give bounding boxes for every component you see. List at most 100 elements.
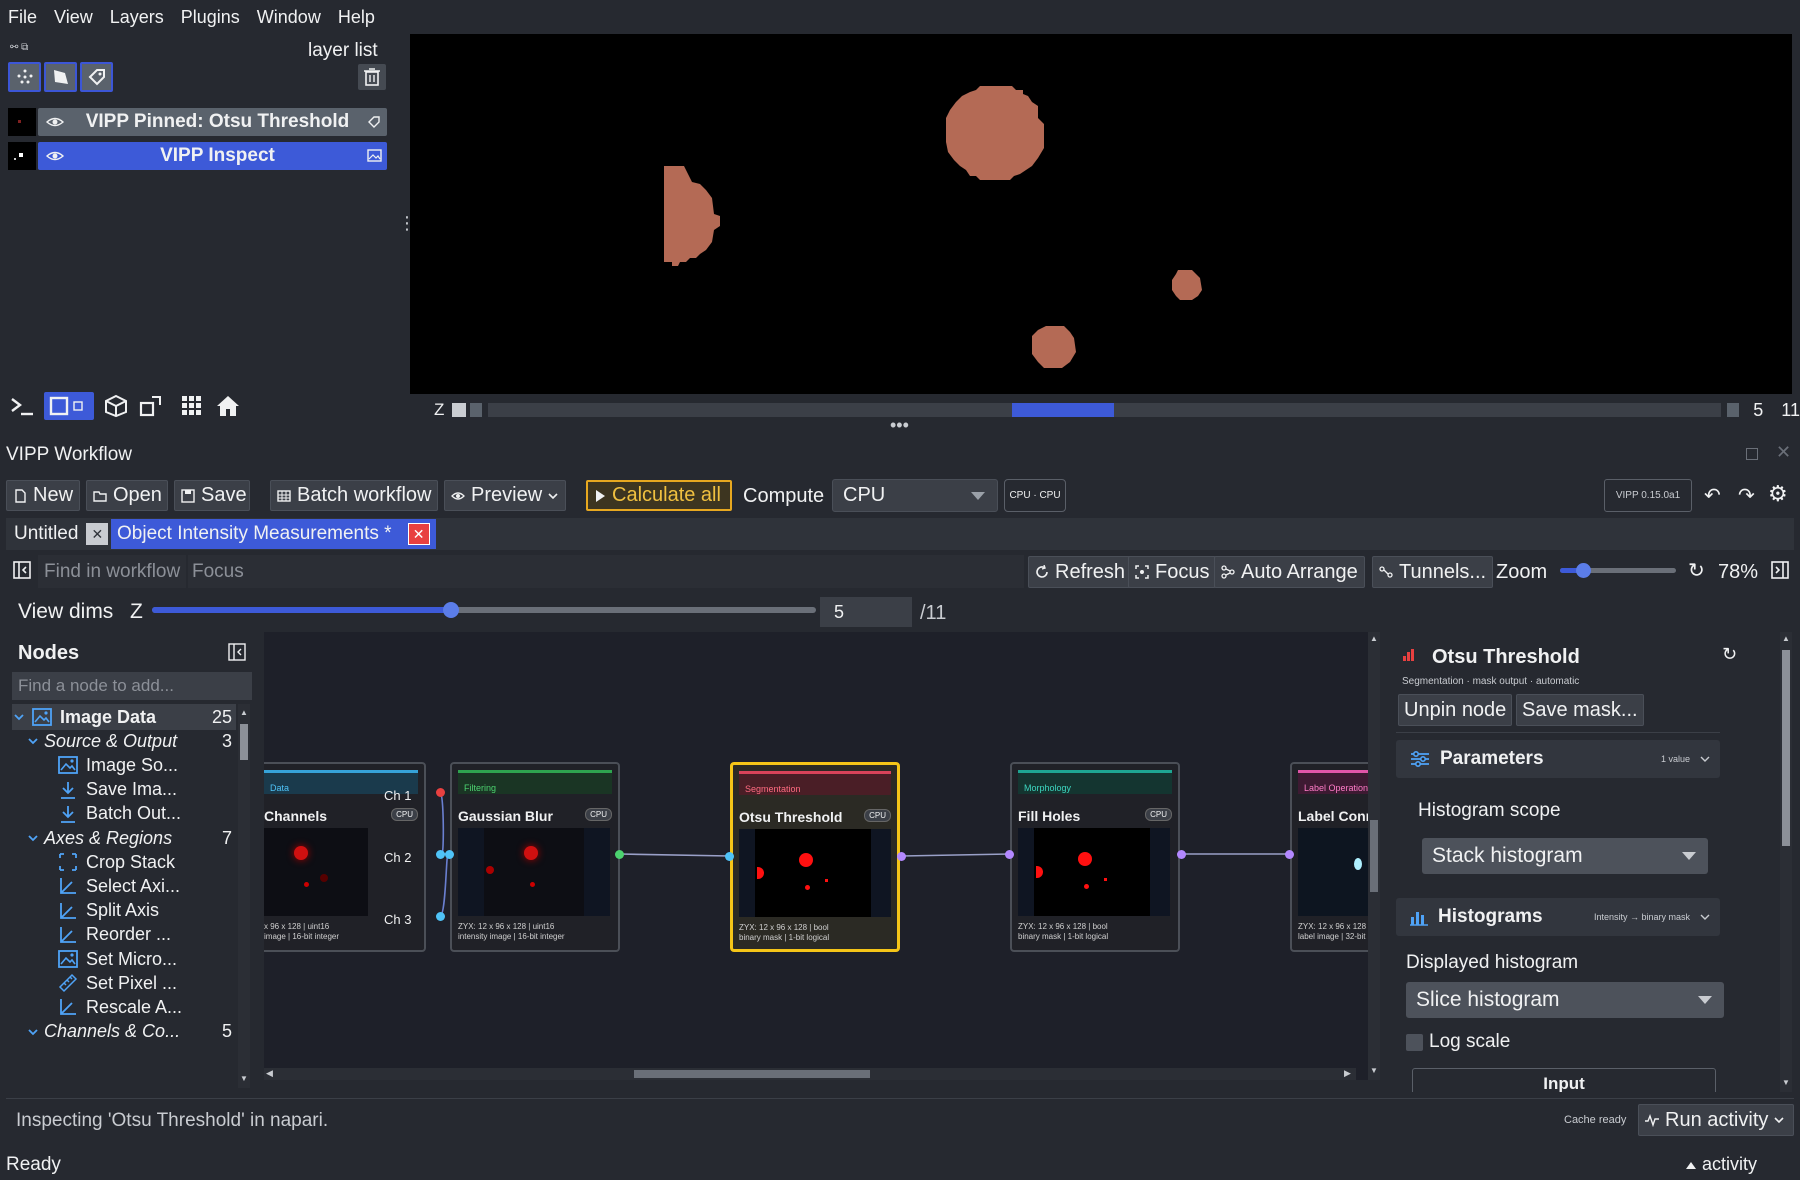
node-tree-category[interactable]: Axes & Regions 7 bbox=[12, 825, 236, 851]
tunnels-button[interactable]: Tunnels... bbox=[1372, 556, 1494, 588]
node-tree-category[interactable]: Source & Output 3 bbox=[12, 728, 236, 754]
node-tree-item[interactable]: Save Ima... bbox=[12, 777, 236, 803]
menu-window[interactable]: Window bbox=[257, 7, 321, 28]
tab-object-intensity[interactable]: Object Intensity Measurements * ✕ bbox=[111, 519, 436, 549]
collapse-sidebar-button[interactable] bbox=[10, 558, 34, 582]
output-port[interactable] bbox=[436, 788, 445, 797]
chevron-down-icon[interactable] bbox=[28, 1028, 40, 1036]
step-forward-button[interactable] bbox=[1727, 403, 1740, 417]
refresh-button[interactable]: Refresh bbox=[1028, 556, 1133, 588]
output-port[interactable] bbox=[436, 912, 445, 921]
output-port[interactable] bbox=[1177, 850, 1186, 859]
unpin-node-button[interactable]: Unpin node bbox=[1398, 694, 1513, 726]
parameters-section-header[interactable]: Parameters 1 value bbox=[1396, 740, 1720, 778]
run-activity-button[interactable]: Run activity bbox=[1638, 1104, 1794, 1136]
play-button[interactable] bbox=[452, 403, 467, 417]
graph-node-channels[interactable]: Data Channels CPU x 96 x 128 | uint16 ima… bbox=[264, 762, 426, 952]
chevron-down-icon[interactable] bbox=[14, 713, 26, 721]
ndisplay-button[interactable] bbox=[44, 392, 94, 420]
refresh-icon[interactable]: ↻ bbox=[1722, 644, 1737, 665]
focus-button[interactable]: Focus bbox=[1128, 556, 1217, 588]
dock-splitter-handle[interactable]: ••• bbox=[890, 416, 909, 434]
save-mask-button[interactable]: Save mask... bbox=[1516, 694, 1644, 726]
redo-icon[interactable]: ↷ bbox=[1738, 483, 1755, 508]
output-port[interactable] bbox=[897, 852, 906, 861]
node-tree-item[interactable]: Select Axi... bbox=[12, 873, 236, 899]
step-back-button[interactable] bbox=[470, 403, 482, 417]
chevron-down-icon[interactable] bbox=[28, 834, 40, 842]
grid-button[interactable] bbox=[178, 392, 206, 420]
histogram-scope-select[interactable]: Stack histogram bbox=[1422, 838, 1708, 874]
node-tree-item[interactable]: Batch Out... bbox=[12, 801, 236, 827]
compute-select[interactable]: CPU bbox=[832, 479, 998, 512]
workflow-search-input[interactable]: Find in workflow bbox=[38, 555, 186, 588]
checkbox-box[interactable] bbox=[1406, 1033, 1423, 1051]
graph-node-otsu-threshold[interactable]: Segmentation Otsu Threshold CPU ZYX: 12 … bbox=[730, 762, 900, 952]
menu-view[interactable]: View bbox=[54, 7, 93, 28]
input-port[interactable] bbox=[1005, 850, 1014, 859]
panel-splitter-handle[interactable]: ⋮ bbox=[398, 214, 416, 240]
menu-help[interactable]: Help bbox=[338, 7, 375, 28]
zoom-reset-icon[interactable]: ↻ bbox=[1688, 558, 1705, 583]
graph-h-scrollbar[interactable]: ◀ ▶ bbox=[264, 1068, 1356, 1080]
inspector-scrollbar[interactable]: ▲ ▼ bbox=[1780, 632, 1792, 1092]
new-shapes-layer-button[interactable] bbox=[44, 62, 77, 92]
layer-lock-icon[interactable]: ⚯ ⧉ bbox=[10, 42, 28, 53]
close-tab-icon[interactable]: ✕ bbox=[86, 523, 109, 545]
auto-arrange-button[interactable]: Auto Arrange bbox=[1214, 556, 1365, 588]
graph-node-fill-holes[interactable]: Morphology Fill Holes CPU ZYX: 12 x 96 x… bbox=[1010, 762, 1180, 952]
input-port[interactable] bbox=[445, 850, 454, 859]
layer-row-inspect[interactable]: VIPP Inspect bbox=[8, 142, 387, 170]
new-button[interactable]: New bbox=[6, 480, 80, 511]
gear-icon[interactable]: ⚙ bbox=[1768, 481, 1788, 507]
input-port[interactable] bbox=[1285, 850, 1294, 859]
toggle-inspector-button[interactable] bbox=[1768, 558, 1792, 582]
view-dims-spinbox[interactable]: 5 bbox=[820, 597, 912, 627]
delete-layer-button[interactable] bbox=[358, 64, 386, 90]
new-labels-layer-button[interactable] bbox=[80, 62, 113, 92]
chevron-down-icon[interactable] bbox=[28, 737, 40, 745]
console-button[interactable] bbox=[8, 392, 36, 420]
transpose-button[interactable] bbox=[137, 392, 165, 420]
new-points-layer-button[interactable] bbox=[8, 62, 41, 92]
tab-untitled[interactable]: Untitled ✕ bbox=[8, 519, 115, 549]
eye-icon[interactable] bbox=[38, 112, 72, 132]
node-tree-item[interactable]: Set Micro... bbox=[12, 946, 236, 972]
node-tree-scrollbar[interactable]: ▲ ▼ bbox=[238, 704, 250, 1088]
output-port[interactable] bbox=[436, 850, 445, 859]
menu-file[interactable]: File bbox=[8, 7, 37, 28]
close-dock-icon[interactable]: ✕ bbox=[1776, 442, 1791, 463]
activity-toggle[interactable]: activity bbox=[1686, 1154, 1757, 1175]
preview-dropdown[interactable]: Preview bbox=[444, 480, 566, 511]
node-tree-item[interactable]: Split Axis bbox=[12, 898, 236, 924]
log-scale-checkbox[interactable]: Log scale bbox=[1406, 1028, 1510, 1056]
calculate-all-button[interactable]: Calculate all bbox=[586, 480, 732, 511]
viewer-canvas[interactable] bbox=[410, 34, 1792, 394]
node-tree-item[interactable]: Rescale A... bbox=[12, 994, 236, 1020]
node-tree-category[interactable]: Channels & Co... 5 bbox=[12, 1019, 236, 1045]
close-tab-icon[interactable]: ✕ bbox=[407, 523, 430, 545]
save-button[interactable]: Save bbox=[174, 480, 250, 511]
menu-plugins[interactable]: Plugins bbox=[181, 7, 240, 28]
output-port[interactable] bbox=[615, 850, 624, 859]
roll-dims-button[interactable] bbox=[102, 392, 130, 420]
home-button[interactable] bbox=[214, 392, 242, 420]
search-focus-input[interactable]: Focus bbox=[188, 555, 1024, 588]
displayed-histogram-select[interactable]: Slice histogram bbox=[1406, 982, 1724, 1018]
node-tree-item[interactable]: Image So... bbox=[12, 752, 236, 778]
dims-slider-thumb[interactable] bbox=[1011, 403, 1114, 417]
histograms-section-header[interactable]: Histograms Intensity → binary mask bbox=[1396, 898, 1720, 936]
collapse-nodes-button[interactable] bbox=[228, 642, 248, 662]
dims-slider-track[interactable] bbox=[487, 403, 1722, 417]
undo-icon[interactable]: ↶ bbox=[1704, 483, 1721, 508]
float-dock-icon[interactable] bbox=[1746, 448, 1758, 460]
node-tree-item[interactable]: Set Pixel ... bbox=[12, 970, 236, 996]
graph-node-label-conn[interactable]: Label Operations Label Conn ZYX: 12 x 96… bbox=[1290, 762, 1368, 952]
layer-row-pinned[interactable]: VIPP Pinned: Otsu Threshold bbox=[8, 108, 387, 136]
open-button[interactable]: Open bbox=[86, 480, 168, 511]
batch-workflow-button[interactable]: Batch workflow bbox=[270, 480, 438, 511]
node-tree-item[interactable]: Reorder ... bbox=[12, 922, 236, 948]
graph-v-scrollbar[interactable]: ▲ ▼ bbox=[1368, 632, 1380, 1080]
node-tree-category[interactable]: Image Data 25 bbox=[12, 704, 236, 730]
graph-canvas[interactable]: Data Channels CPU x 96 x 128 | uint16 ima… bbox=[264, 632, 1368, 1080]
